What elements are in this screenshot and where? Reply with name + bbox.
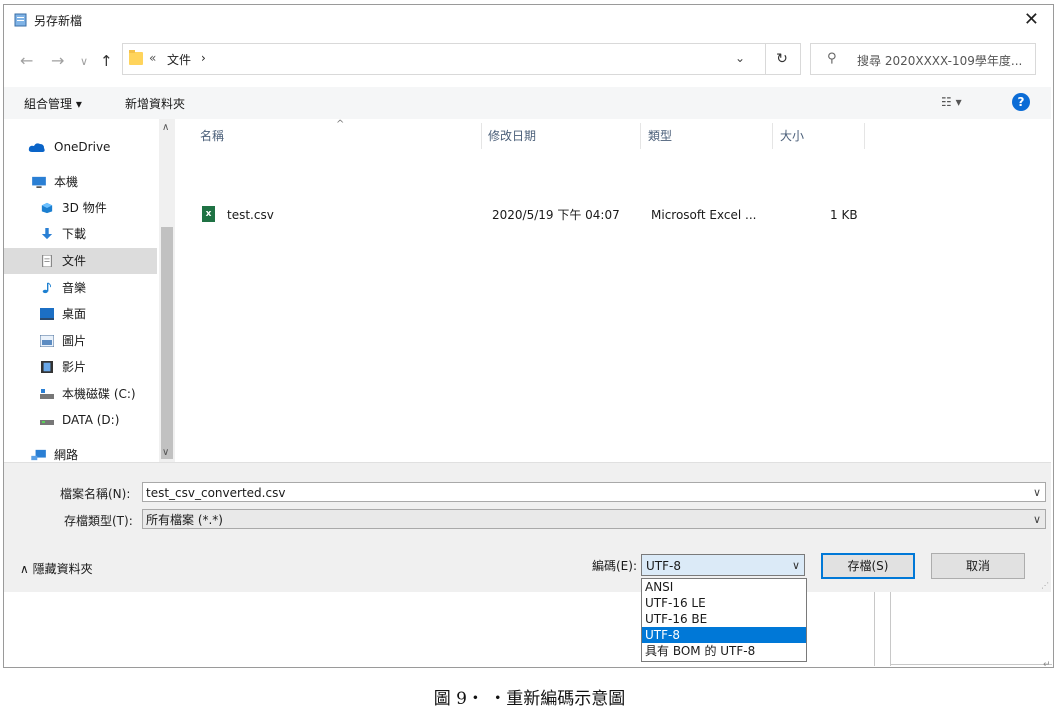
nav-item-pictures[interactable]: 圖片 [4, 328, 157, 354]
encoding-option-utf16be[interactable]: UTF-16 BE [642, 611, 806, 627]
encoding-option-utf8[interactable]: UTF-8 [642, 627, 806, 643]
sort-ascending-icon: ^ [336, 119, 345, 130]
figure-caption: 圖 9‧ ‧重新編碼示意圖 [433, 689, 626, 709]
desktop-icon [40, 308, 54, 320]
column-header-name[interactable]: 名稱 [200, 127, 224, 144]
document-table-line [874, 592, 875, 666]
nav-item-network[interactable]: 網路 [4, 442, 157, 462]
nav-item-onedrive[interactable]: OneDrive [4, 134, 157, 160]
column-separator[interactable] [772, 123, 773, 149]
command-toolbar: 組合管理 ▾ 新增資料夾 ☷ ▾ ? [4, 87, 1051, 119]
file-type-label: 存檔類型(T): [64, 514, 133, 528]
scrollbar-thumb[interactable] [161, 227, 173, 459]
nav-item-this-pc[interactable]: 本機 [4, 169, 157, 195]
nav-item-local-disk-c[interactable]: 本機磁碟 (C:) [4, 381, 157, 407]
refresh-button[interactable]: ↻ [764, 43, 801, 75]
forward-button[interactable]: → [51, 51, 64, 70]
file-row[interactable]: x test.csv 2020/5/19 下午 04:07 Microsoft … [196, 204, 996, 226]
search-placeholder: 搜尋 2020XXXX-109學年度... [857, 54, 1023, 68]
encoding-dropdown-list: ANSI UTF-16 LE UTF-16 BE UTF-8 具有 BOM 的 … [641, 578, 807, 662]
breadcrumb-documents[interactable]: 文件 [167, 51, 191, 68]
computer-icon [32, 176, 46, 188]
drive-icon [40, 389, 54, 399]
address-dropdown-chevron[interactable]: ⌄ [735, 51, 745, 65]
download-icon [41, 228, 53, 240]
nav-item-downloads[interactable]: 下載 [4, 221, 157, 247]
nav-item-music[interactable]: 音樂 [4, 275, 157, 301]
hide-folders-button[interactable]: ∧ 隱藏資料夾 [20, 560, 93, 577]
file-type-value: 所有檔案 (*.*) [146, 513, 223, 527]
filename-input[interactable]: test_csv_converted.csv ∨ [142, 482, 1046, 502]
column-separator[interactable] [481, 123, 482, 149]
nav-item-desktop[interactable]: 桌面 [4, 301, 157, 327]
nav-item-data-d[interactable]: DATA (D:) [4, 407, 157, 433]
save-as-dialog: 另存新檔 ✕ ← → ∨ ↑ « 文件 › ⌄ ↻ ⚲ 搜尋 2020XXXX-… [4, 5, 1051, 592]
file-list: ^ 名稱 修改日期 類型 大小 x test.csv 2020/5/19 下午 … [176, 119, 1051, 462]
save-button[interactable]: 存檔(S) [821, 553, 915, 579]
document-table-line [890, 592, 891, 666]
column-header-size[interactable]: 大小 [780, 127, 804, 144]
save-options-panel: 檔案名稱(N): test_csv_converted.csv ∨ 存檔類型(T… [4, 462, 1051, 592]
encoding-option-utf8-bom[interactable]: 具有 BOM 的 UTF-8 [642, 643, 806, 659]
music-icon [42, 282, 52, 294]
column-header-modified[interactable]: 修改日期 [488, 127, 536, 144]
up-button[interactable]: ↑ [100, 52, 113, 70]
breadcrumb-separator[interactable]: › [201, 51, 206, 65]
help-icon[interactable]: ? [1012, 93, 1030, 111]
nav-item-documents[interactable]: 文件 [4, 248, 157, 274]
filename-value: test_csv_converted.csv [146, 486, 286, 500]
picture-icon [40, 335, 54, 347]
filename-label: 檔案名稱(N): [60, 487, 131, 501]
file-type: Microsoft Excel ... [651, 208, 757, 222]
folder-icon [129, 50, 143, 65]
chevron-down-icon[interactable]: ∨ [792, 555, 800, 577]
encoding-select[interactable]: UTF-8 ∨ [641, 554, 805, 576]
resize-grip[interactable]: ⋰ [1041, 581, 1049, 590]
document-table-line [890, 664, 1052, 665]
back-button[interactable]: ← [20, 51, 33, 70]
encoding-value: UTF-8 [646, 559, 681, 573]
nav-scrollbar[interactable]: ∧ ∨ [159, 119, 175, 462]
scroll-down-arrow[interactable]: ∨ [162, 447, 169, 458]
document-icon [42, 255, 52, 267]
close-button[interactable]: ✕ [1024, 9, 1039, 30]
cloud-icon [28, 143, 45, 152]
window-title: 另存新檔 [34, 14, 83, 28]
title-bar: 另存新檔 ✕ [4, 5, 1051, 35]
cancel-button[interactable]: 取消 [931, 553, 1025, 579]
file-name: test.csv [227, 208, 274, 222]
file-size: 1 KB [830, 208, 858, 222]
breadcrumb-overflow[interactable]: « [149, 51, 156, 65]
network-icon [31, 449, 46, 461]
nav-item-3d-objects[interactable]: 3D 物件 [4, 195, 157, 221]
column-separator[interactable] [864, 123, 865, 149]
encoding-label: 編碼(E): [592, 559, 637, 573]
navigation-pane: OneDrive 本機 3D 物件 下載 文件 音樂 桌面 圖片 影片 本機磁碟… [4, 119, 176, 462]
paragraph-mark: ↵ [1043, 660, 1051, 670]
excel-csv-icon: x [202, 206, 215, 222]
search-input[interactable]: ⚲ 搜尋 2020XXXX-109學年度... [810, 43, 1036, 75]
encoding-option-utf16le[interactable]: UTF-16 LE [642, 595, 806, 611]
notepad-icon [14, 13, 27, 27]
encoding-option-ansi[interactable]: ANSI [642, 579, 806, 595]
scroll-up-arrow[interactable]: ∧ [162, 122, 169, 133]
video-icon [41, 361, 53, 373]
view-options-icon[interactable]: ☷ ▾ [941, 95, 962, 109]
address-bar[interactable]: « 文件 › ⌄ [122, 43, 766, 75]
file-type-select[interactable]: 所有檔案 (*.*) ∨ [142, 509, 1046, 529]
cube-icon [41, 202, 53, 214]
nav-item-videos[interactable]: 影片 [4, 354, 157, 380]
chevron-down-icon[interactable]: ∨ [1033, 483, 1041, 503]
file-modified: 2020/5/19 下午 04:07 [492, 208, 620, 222]
organize-menu-button[interactable]: 組合管理 ▾ [24, 95, 82, 112]
column-separator[interactable] [640, 123, 641, 149]
search-icon: ⚲ [827, 51, 837, 66]
address-row: ← → ∨ ↑ « 文件 › ⌄ ↻ ⚲ 搜尋 2020XXXX-109學年度.… [4, 43, 1051, 77]
column-header-type[interactable]: 類型 [648, 127, 672, 144]
chevron-down-icon[interactable]: ∨ [1033, 510, 1041, 530]
recent-locations-button[interactable]: ∨ [80, 55, 88, 68]
new-folder-button[interactable]: 新增資料夾 [125, 95, 185, 112]
drive-icon [40, 420, 54, 425]
